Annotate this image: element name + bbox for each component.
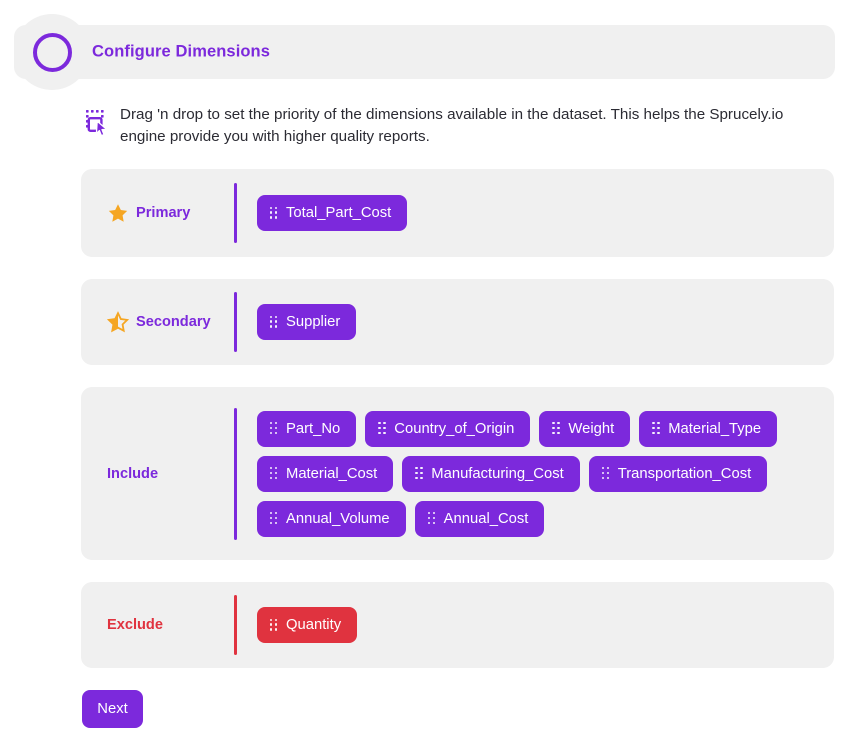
drag-handle-icon[interactable] bbox=[378, 422, 386, 435]
section-include-pills: Part_No Country_of_Origin Weight Materia… bbox=[257, 410, 834, 537]
section-primary-label-col: Primary bbox=[81, 202, 234, 224]
dimension-pill[interactable]: Part_No bbox=[257, 410, 357, 447]
dimension-pill[interactable]: Total_Part_Cost bbox=[257, 195, 408, 231]
description-text: Drag 'n drop to set the priority of the … bbox=[120, 106, 784, 145]
drag-handle-icon[interactable] bbox=[652, 422, 660, 435]
drag-handle-icon[interactable] bbox=[601, 467, 610, 480]
section-exclude-divider bbox=[234, 595, 237, 655]
section-exclude: Exclude Quantity bbox=[81, 582, 834, 668]
dimension-pill-label: Annual_Volume bbox=[286, 510, 390, 527]
dimension-pill[interactable]: Material_Cost bbox=[257, 455, 394, 492]
section-secondary-label-col: Secondary bbox=[81, 311, 234, 333]
dimension-pill-label: Country_of_Origin bbox=[394, 420, 515, 437]
dimension-pill-label: Part_No bbox=[286, 420, 341, 437]
next-button[interactable]: Next bbox=[82, 690, 143, 728]
dimension-pill-label: Total_Part_Cost bbox=[286, 205, 392, 221]
drag-handle-icon[interactable] bbox=[270, 467, 278, 480]
drag-select-cursor-icon bbox=[84, 109, 110, 137]
drag-handle-icon[interactable] bbox=[270, 315, 278, 329]
section-exclude-pills: Quantity bbox=[257, 607, 834, 643]
drag-handle-icon[interactable] bbox=[270, 512, 278, 525]
dimension-pill[interactable]: Supplier bbox=[257, 304, 357, 340]
configure-dimensions-page: Configure Dimensions Drag 'n drop to set… bbox=[0, 0, 850, 740]
section-primary-divider bbox=[234, 183, 237, 243]
dimension-pill[interactable]: Country_of_Origin bbox=[365, 410, 531, 447]
drag-handle-icon[interactable] bbox=[427, 512, 436, 525]
dimension-pill[interactable]: Quantity bbox=[257, 607, 358, 643]
description-block: Drag 'n drop to set the priority of the … bbox=[84, 104, 844, 147]
circle-outline-icon bbox=[33, 33, 72, 72]
dimension-pill-label: Manufacturing_Cost bbox=[431, 465, 564, 482]
page-title: Configure Dimensions bbox=[92, 42, 271, 61]
dimension-pill-label: Supplier bbox=[286, 314, 341, 330]
dimension-pill-label: Quantity bbox=[286, 617, 342, 633]
section-secondary-pills: Supplier bbox=[257, 304, 834, 340]
dimension-pill[interactable]: Annual_Volume bbox=[257, 500, 406, 537]
section-primary-pills: Total_Part_Cost bbox=[257, 195, 834, 231]
drag-handle-icon[interactable] bbox=[270, 618, 278, 632]
drag-handle-icon[interactable] bbox=[270, 422, 278, 435]
page-header: Configure Dimensions bbox=[14, 14, 835, 90]
section-secondary-label: Secondary bbox=[136, 314, 211, 330]
dimension-pill-label: Material_Type bbox=[668, 420, 762, 437]
section-exclude-label-col: Exclude bbox=[81, 617, 234, 633]
section-include-label: Include bbox=[107, 465, 159, 482]
dimension-pill-label: Transportation_Cost bbox=[617, 465, 752, 482]
star-half-icon bbox=[107, 311, 129, 333]
dimension-pill[interactable]: Transportation_Cost bbox=[588, 455, 768, 492]
dimension-pill[interactable]: Annual_Cost bbox=[414, 500, 545, 537]
dimension-pill[interactable]: Material_Type bbox=[639, 410, 778, 447]
dimension-pill-label: Annual_Cost bbox=[443, 510, 529, 527]
section-include-divider bbox=[234, 407, 237, 540]
section-secondary: Secondary Supplier bbox=[81, 279, 834, 365]
dimension-pill[interactable]: Manufacturing_Cost bbox=[402, 455, 580, 492]
section-primary: Primary Total_Part_Cost bbox=[81, 169, 834, 257]
dimension-pill-label: Material_Cost bbox=[286, 465, 378, 482]
drag-handle-icon[interactable] bbox=[270, 206, 278, 220]
dimension-pill[interactable]: Weight bbox=[539, 410, 631, 447]
dimension-pill-label: Weight bbox=[568, 420, 615, 437]
section-include: Include Part_No Country_of_Origin Weight… bbox=[81, 387, 834, 560]
star-filled-icon bbox=[108, 204, 128, 222]
drag-handle-icon[interactable] bbox=[415, 467, 423, 480]
section-primary-label: Primary bbox=[136, 205, 191, 221]
drag-handle-icon[interactable] bbox=[552, 422, 560, 435]
section-secondary-divider bbox=[234, 292, 237, 352]
section-exclude-label: Exclude bbox=[107, 617, 163, 633]
section-include-label-col: Include bbox=[81, 466, 234, 482]
